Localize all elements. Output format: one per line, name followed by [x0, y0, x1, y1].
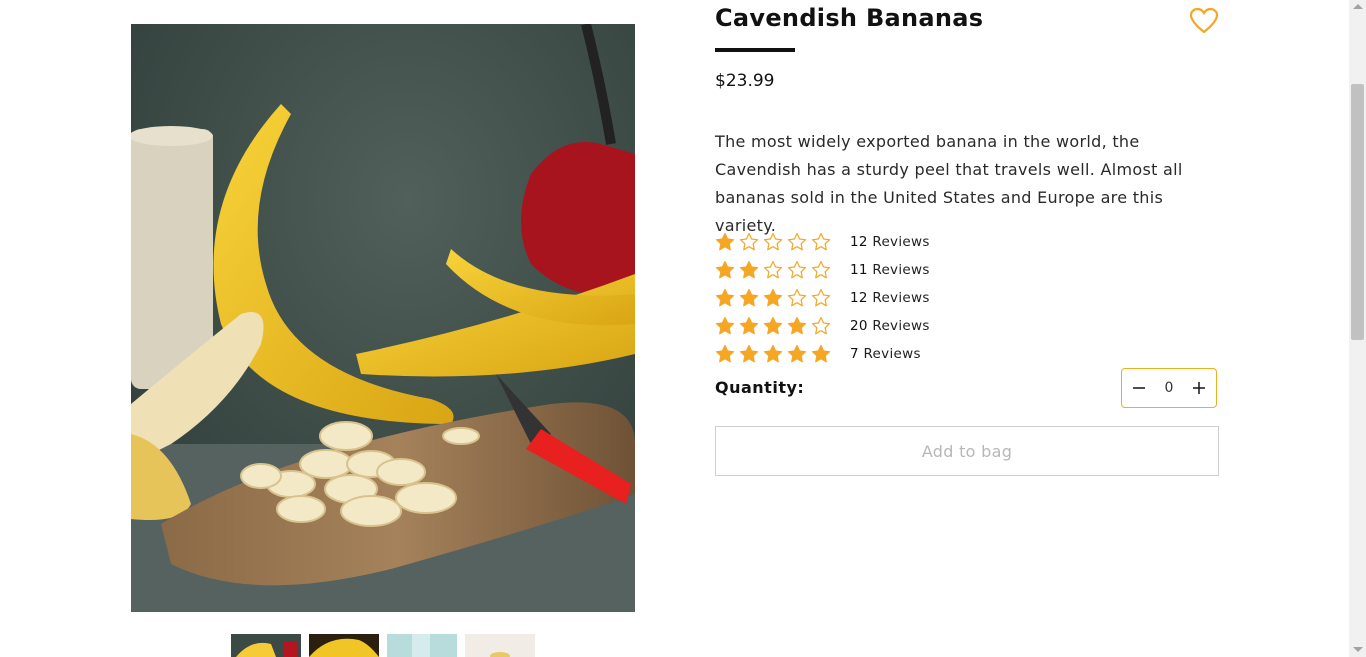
review-count-label: Reviews	[872, 318, 930, 334]
add-to-bag-button[interactable]: Add to bag	[715, 426, 1219, 476]
minus-icon[interactable]	[1128, 377, 1150, 399]
product-description: The most widely exported banana in the w…	[715, 132, 1183, 235]
review-count: 7 Reviews	[850, 346, 921, 362]
title-underline	[715, 48, 795, 52]
review-count: 11 Reviews	[850, 262, 930, 278]
review-count: 12 Reviews	[850, 290, 930, 306]
star-filled-icon	[739, 316, 759, 336]
review-count-number: 7	[850, 346, 859, 362]
review-count: 12 Reviews	[850, 234, 930, 250]
review-count-number: 20	[850, 318, 868, 334]
rating-row[interactable]: 12 Reviews	[715, 284, 930, 312]
review-count: 20 Reviews	[850, 318, 930, 334]
review-count-number: 12	[850, 234, 868, 250]
thumbnail-1[interactable]	[231, 634, 301, 657]
thumbnail-2[interactable]	[309, 634, 379, 657]
rating-stars	[715, 344, 850, 364]
review-count-number: 11	[850, 262, 868, 278]
star-outline-icon	[739, 232, 759, 252]
quantity-stepper: 0	[1121, 368, 1217, 408]
rating-stars	[715, 260, 850, 280]
review-count-label: Reviews	[863, 346, 921, 362]
rating-row[interactable]: 12 Reviews	[715, 228, 930, 256]
ratings-breakdown: 12 Reviews 11 Reviews 12 Reviews 20 Reviews…	[715, 228, 930, 368]
star-outline-icon	[763, 260, 783, 280]
rating-stars	[715, 232, 850, 252]
rating-row[interactable]: 20 Reviews	[715, 312, 930, 340]
star-outline-icon	[787, 288, 807, 308]
star-filled-icon	[811, 344, 831, 364]
star-filled-icon	[739, 344, 759, 364]
star-outline-icon	[811, 288, 831, 308]
review-count-label: Reviews	[872, 290, 930, 306]
plus-icon[interactable]	[1188, 377, 1210, 399]
star-filled-icon	[739, 260, 759, 280]
thumbnail-strip	[231, 634, 535, 657]
star-filled-icon	[715, 260, 735, 280]
product-price: $23.99	[715, 71, 775, 91]
product-image	[131, 24, 635, 612]
star-filled-icon	[787, 344, 807, 364]
star-filled-icon	[763, 288, 783, 308]
quantity-value[interactable]: 0	[1165, 380, 1174, 396]
review-count-label: Reviews	[872, 262, 930, 278]
review-count-number: 12	[850, 290, 868, 306]
scroll-down-icon[interactable]	[1353, 647, 1363, 652]
star-outline-icon	[811, 232, 831, 252]
thumbnail-4[interactable]	[465, 634, 535, 657]
star-filled-icon	[715, 232, 735, 252]
rating-stars	[715, 316, 850, 336]
star-filled-icon	[715, 316, 735, 336]
star-filled-icon	[763, 344, 783, 364]
star-outline-icon	[811, 260, 831, 280]
star-filled-icon	[715, 288, 735, 308]
rating-stars	[715, 288, 850, 308]
rating-row[interactable]: 7 Reviews	[715, 340, 930, 368]
star-outline-icon	[787, 232, 807, 252]
rating-row[interactable]: 11 Reviews	[715, 256, 930, 284]
star-filled-icon	[715, 344, 735, 364]
thumbnail-3[interactable]	[387, 634, 457, 657]
scrollbar-thumb[interactable]	[1351, 84, 1364, 340]
star-filled-icon	[763, 316, 783, 336]
scroll-up-icon[interactable]	[1353, 4, 1363, 9]
star-outline-icon	[763, 232, 783, 252]
review-count-label: Reviews	[872, 234, 930, 250]
heart-icon[interactable]	[1189, 7, 1219, 35]
star-filled-icon	[739, 288, 759, 308]
star-outline-icon	[787, 260, 807, 280]
quantity-label: Quantity:	[715, 378, 805, 397]
star-filled-icon	[787, 316, 807, 336]
product-title: Cavendish Bananas	[715, 4, 984, 32]
star-outline-icon	[811, 316, 831, 336]
